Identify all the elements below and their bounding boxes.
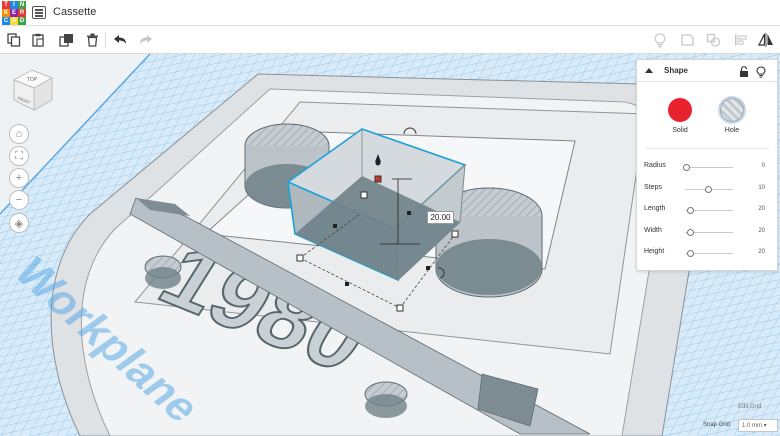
property-label-radius: Radius	[644, 162, 666, 169]
hole-label: Hole	[724, 127, 740, 134]
property-label-width: Width	[644, 226, 662, 234]
snap-grid-select[interactable]: 1.0 mm ▾	[738, 419, 778, 432]
zoom-in-icon[interactable]: +	[9, 168, 29, 188]
logo-letter: D	[18, 17, 26, 25]
slider-knob[interactable]	[687, 228, 695, 236]
snap-grid-label: Snap Grid	[703, 422, 731, 428]
panel-header: Shape	[637, 60, 777, 82]
viewcube-top-label: TOP	[27, 77, 38, 83]
lock-icon[interactable]	[739, 65, 749, 77]
logo-letter: T	[2, 1, 10, 9]
perspective-icon[interactable]: ◈	[9, 213, 29, 233]
duplicate-icon[interactable]	[56, 30, 76, 50]
hole-button[interactable]	[720, 98, 744, 122]
dimension-input[interactable]: 20.00	[427, 211, 454, 224]
slider-knob[interactable]	[683, 164, 690, 171]
view-cube[interactable]: TOP FRONT	[10, 66, 56, 112]
mirror-icon[interactable]	[756, 30, 776, 50]
logo-letter: E	[10, 9, 18, 17]
toolbar	[0, 26, 780, 54]
logo-letter: K	[2, 9, 10, 17]
undo-icon[interactable]	[110, 30, 130, 50]
property-value-length[interactable]: 20	[745, 206, 765, 212]
document-title[interactable]: Cassette	[53, 6, 96, 18]
lightbulb-icon[interactable]	[650, 30, 670, 50]
edit-grid-link[interactable]: Edit Grid	[738, 404, 761, 410]
logo-letter: N	[18, 1, 26, 9]
property-slider-radius[interactable]	[685, 167, 733, 168]
logo-letter: C	[2, 17, 10, 25]
tinkercad-logo[interactable]: T I N K E R C A D	[2, 1, 26, 25]
slider-knob[interactable]	[687, 250, 695, 257]
copy-icon[interactable]	[4, 30, 24, 50]
home-icon[interactable]: ⌂	[9, 124, 29, 144]
visibility-bulb-icon[interactable]	[756, 65, 766, 78]
property-value-radius[interactable]: 0	[745, 163, 765, 169]
paste-icon[interactable]	[28, 30, 48, 50]
property-label-length: Length	[644, 205, 666, 212]
slider-knob[interactable]	[687, 207, 695, 214]
property-label-steps: Steps	[644, 183, 662, 191]
toolbar-separator	[105, 32, 106, 48]
property-value-width[interactable]: 20	[745, 228, 765, 234]
design-list-icon[interactable]	[32, 6, 46, 19]
align-icon[interactable]	[731, 30, 751, 50]
top-bar: T I N K E R C A D Cassette	[0, 0, 780, 26]
shape-inspector-panel: Shape Solid Hole Radius 0 Steps 10 Length 20 W…	[636, 59, 778, 271]
solid-label: Solid	[672, 127, 688, 134]
group-icon[interactable]	[677, 30, 697, 50]
solid-color-button[interactable]	[668, 98, 692, 122]
panel-divider	[645, 148, 769, 149]
logo-letter: I	[10, 1, 18, 9]
property-label-height: Height	[644, 248, 665, 255]
trash-icon[interactable]	[82, 30, 102, 50]
redo-icon[interactable]	[136, 30, 156, 50]
property-value-height[interactable]: 20	[745, 249, 765, 255]
fit-icon[interactable]: ⛶	[9, 146, 29, 166]
collapse-chevron-icon[interactable]	[645, 68, 653, 73]
property-value-steps[interactable]: 10	[745, 185, 765, 191]
panel-title: Shape	[664, 66, 689, 75]
logo-letter: R	[18, 9, 26, 17]
logo-letter: A	[10, 17, 18, 25]
slider-knob[interactable]	[705, 185, 712, 193]
zoom-out-icon[interactable]: −	[9, 190, 29, 210]
ungroup-icon[interactable]	[703, 30, 723, 50]
